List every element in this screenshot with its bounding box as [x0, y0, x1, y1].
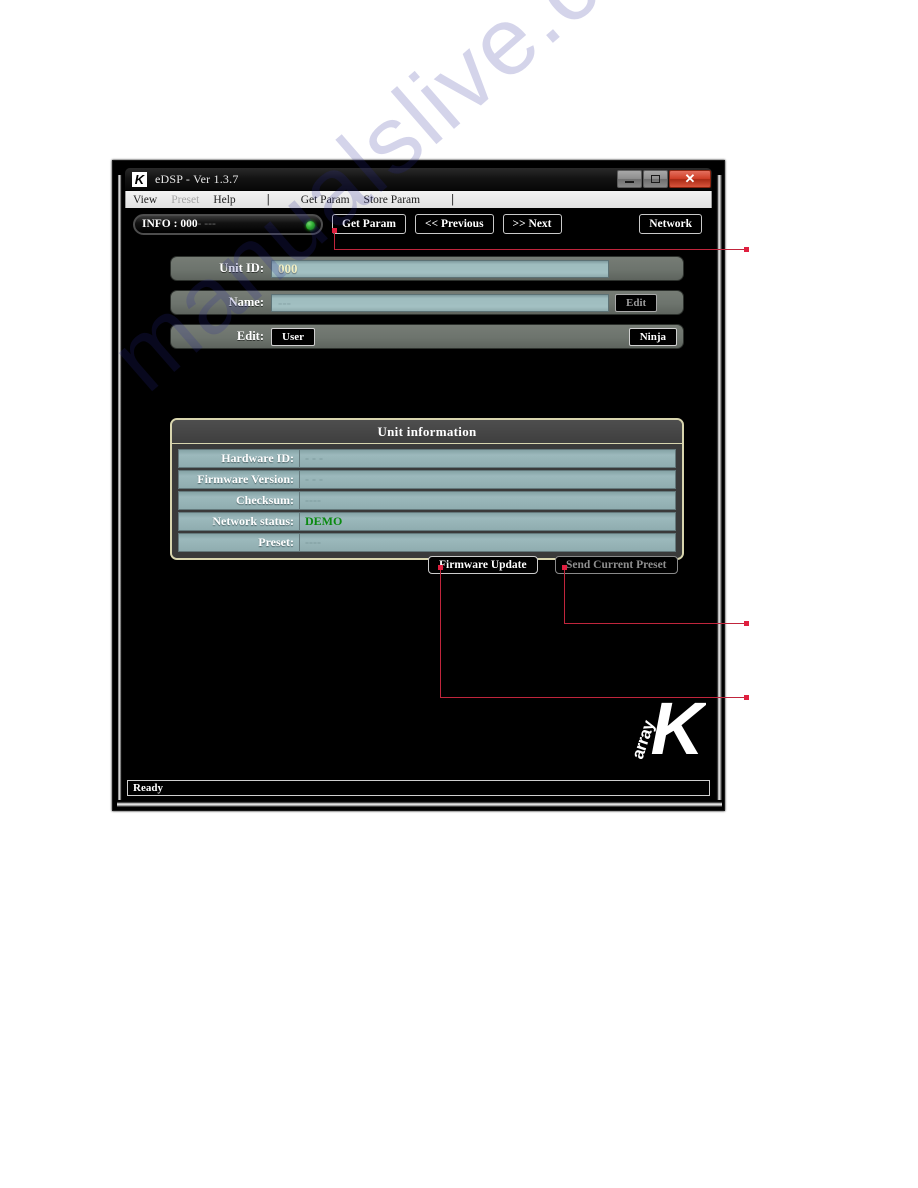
karray-logo: K array	[618, 690, 706, 761]
window-frame-left	[117, 175, 122, 800]
edit-label: Edit:	[236, 329, 264, 343]
name-row: Name: --- Edit	[170, 290, 684, 315]
menu-item-view[interactable]: View	[126, 194, 164, 206]
window-frame-right	[716, 175, 722, 800]
menu-separator-2: |	[451, 193, 455, 206]
menu-item-store-param[interactable]: Store Param	[357, 194, 428, 206]
menu-item-preset: Preset	[171, 193, 200, 206]
maximize-button[interactable]	[643, 170, 668, 188]
callout-3-source-dot	[438, 565, 443, 570]
checksum-label: Checksum:	[178, 491, 300, 510]
callout-2-vertical	[564, 567, 565, 624]
unit-id-row: Unit ID: 000	[170, 256, 684, 281]
window-frame-bottom	[117, 801, 722, 807]
next-button[interactable]: >> Next	[502, 214, 562, 234]
unit-information-title: Unit information	[172, 420, 682, 444]
name-value[interactable]: ---	[271, 293, 609, 312]
minimize-button[interactable]	[617, 170, 642, 188]
previous-button[interactable]: << Previous	[414, 214, 494, 234]
callout-3-horizontal	[440, 697, 746, 698]
unit-id-label: Unit ID:	[219, 261, 264, 275]
callout-1-horizontal	[334, 249, 746, 250]
checksum-value: ----	[300, 491, 676, 510]
edit-mode-user-button[interactable]: User	[271, 327, 315, 346]
preset-value: ----	[300, 533, 676, 552]
network-status-label: Network status:	[178, 512, 300, 531]
info-row-checksum: Checksum: ----	[178, 491, 676, 510]
callout-2-end-dot	[744, 621, 749, 626]
callout-2-horizontal	[564, 623, 746, 624]
title-bar[interactable]: K eDSP - Ver 1.3.7 ✕	[125, 168, 712, 190]
callout-1-end-dot	[744, 247, 749, 252]
preset-label: Preset:	[178, 533, 300, 552]
firmware-version-label: Firmware Version:	[178, 470, 300, 489]
status-text: Ready	[133, 782, 163, 794]
firmware-version-value: - - -	[300, 470, 676, 489]
network-button[interactable]: Network	[639, 214, 702, 234]
menu-item-help[interactable]: Help	[206, 194, 242, 206]
callout-1-source-dot	[332, 228, 337, 233]
info-prefix: INFO : 000	[142, 218, 198, 230]
callout-3-end-dot	[744, 695, 749, 700]
menu-bar: View Preset Help | Get Param Store Param…	[125, 191, 712, 208]
info-row-hardware-id: Hardware ID: - - -	[178, 449, 676, 468]
network-status-value: DEMO	[300, 512, 676, 531]
unit-information-body: Hardware ID: - - - Firmware Version: - -…	[172, 444, 682, 558]
info-text: INFO : 000- ---	[142, 218, 216, 230]
status-bar: Ready	[127, 780, 710, 796]
client-area: INFO : 000- --- Get Param << Previous >>…	[125, 208, 712, 798]
firmware-update-button[interactable]: Firmware Update	[428, 556, 538, 574]
hardware-id-value: - - -	[300, 449, 676, 468]
info-display: INFO : 000- ---	[133, 213, 323, 235]
info-suffix: - ---	[197, 218, 216, 230]
info-row-network-status: Network status: DEMO	[178, 512, 676, 531]
toolbar: INFO : 000- --- Get Param << Previous >>…	[133, 213, 702, 235]
callout-3-vertical	[440, 567, 441, 698]
edit-mode-ninja-button[interactable]: Ninja	[628, 327, 677, 346]
app-logo-icon: K	[132, 171, 147, 187]
window-title: eDSP - Ver 1.3.7	[155, 171, 239, 186]
menu-item-get-param[interactable]: Get Param	[294, 194, 357, 206]
name-label: Name:	[228, 295, 264, 309]
info-row-firmware-version: Firmware Version: - - -	[178, 470, 676, 489]
unit-information-panel: Unit information Hardware ID: - - - Firm…	[170, 418, 684, 560]
minimize-icon	[625, 181, 634, 183]
unit-id-value[interactable]: 000	[271, 259, 609, 278]
name-edit-button[interactable]: Edit	[615, 293, 658, 312]
edit-row: Edit: User Ninja	[170, 324, 684, 349]
info-row-preset: Preset: ----	[178, 533, 676, 552]
callout-2-source-dot	[562, 565, 567, 570]
status-led-green-icon	[306, 220, 315, 230]
window-controls: ✕	[617, 170, 711, 188]
callout-1-vertical	[334, 230, 335, 250]
menu-separator-1: |	[266, 193, 270, 206]
close-button[interactable]: ✕	[669, 170, 711, 188]
get-param-button[interactable]: Get Param	[332, 214, 406, 234]
maximize-icon	[651, 175, 660, 183]
hardware-id-label: Hardware ID:	[178, 449, 300, 468]
send-current-preset-button: Send Current Preset	[555, 556, 678, 574]
application-window: K eDSP - Ver 1.3.7 ✕ View Preset Help | …	[112, 160, 725, 811]
